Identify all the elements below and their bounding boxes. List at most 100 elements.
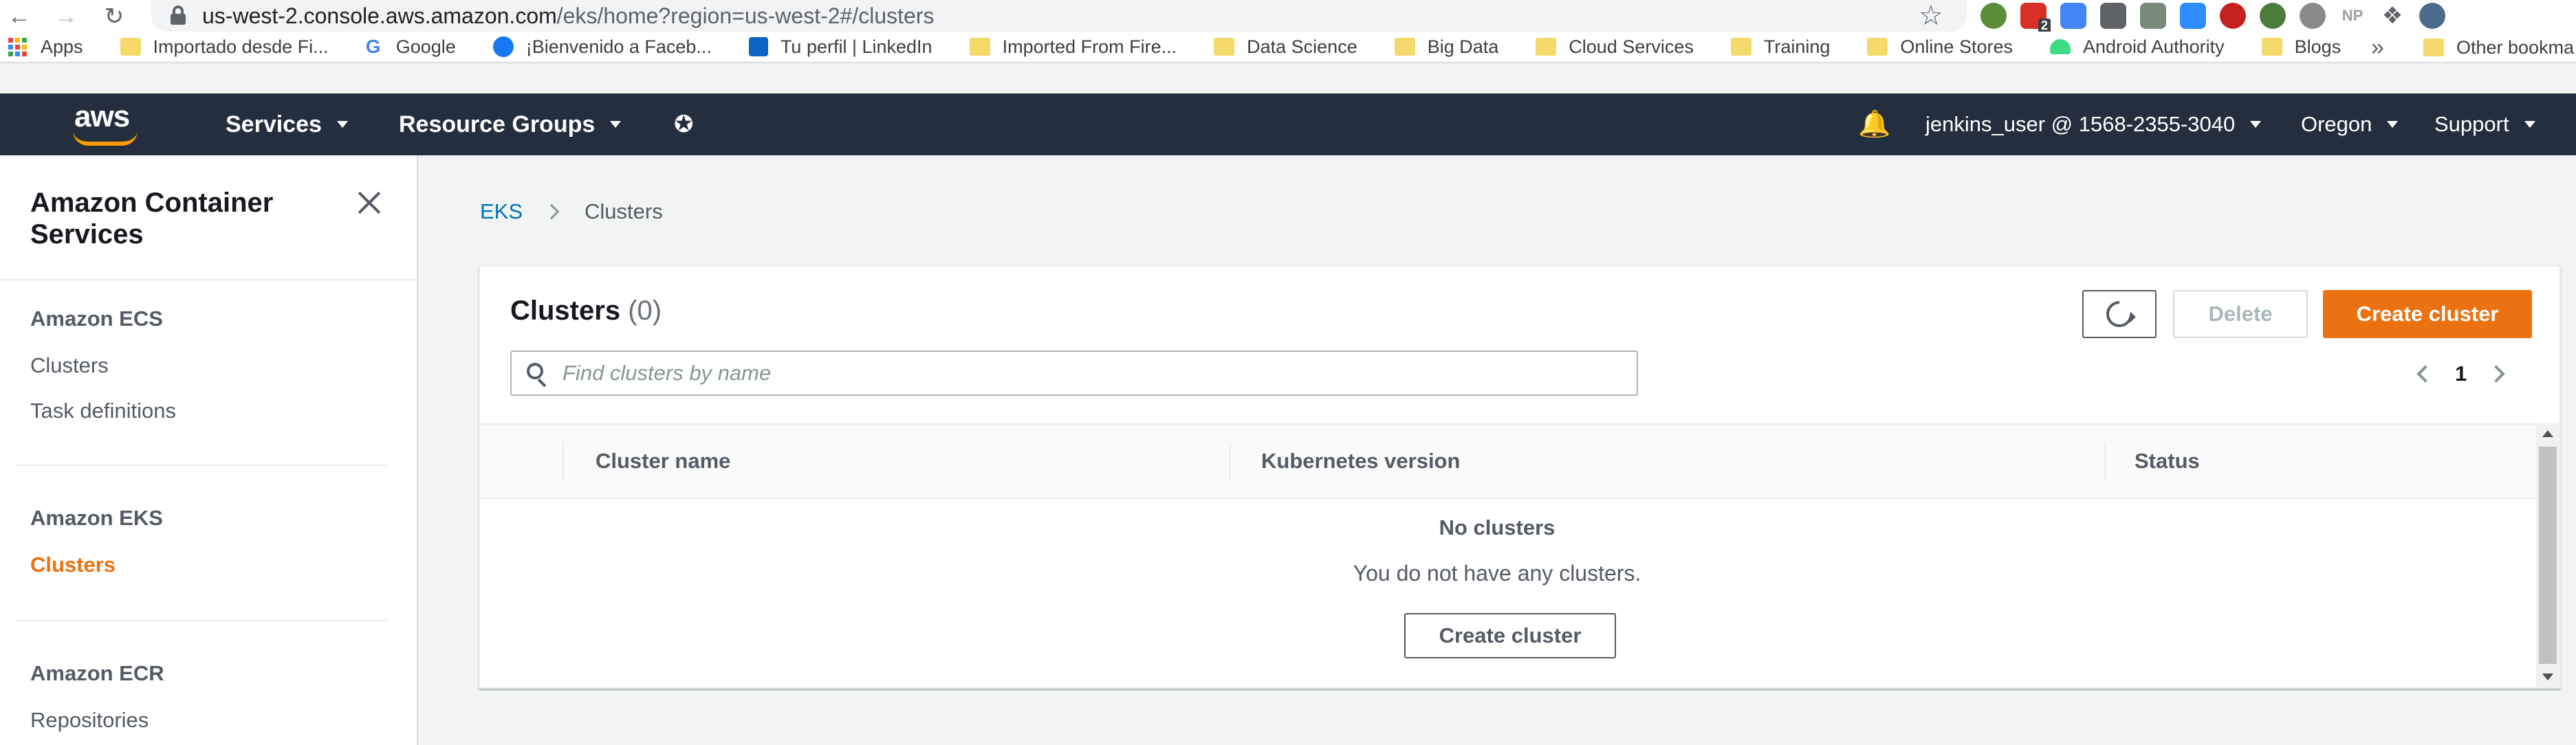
bookmark-folder[interactable]: Data Science [1214,36,1357,58]
chevron-right-icon[interactable] [2487,365,2505,383]
breadcrumb: EKS Clusters [480,199,663,224]
column-header-cluster-name[interactable]: Cluster name [596,425,730,498]
extension-gray-icon[interactable] [2300,3,2326,29]
empty-create-cluster-button[interactable]: Create cluster [1404,613,1616,658]
bell-icon[interactable]: 🔔 [1858,93,1890,155]
bookmark-label: Big Data [1427,36,1499,57]
close-icon[interactable] [352,186,386,220]
support-menu[interactable]: Support [2434,93,2535,155]
extensions-tray: 2 NP ❖ [1980,1,2445,33]
search-field[interactable] [510,351,1638,396]
extension-badge: 2 [2038,19,2051,33]
bookmark-folder[interactable]: Importado desde Fi... [120,36,329,58]
empty-state-description: You do not have any clusters. [1353,561,1641,586]
bookmark-folder[interactable]: Training [1730,36,1831,58]
create-cluster-button[interactable]: Create cluster [2323,290,2532,338]
resource-groups-menu[interactable]: Resource Groups [399,93,622,155]
folder-icon [1536,38,1557,56]
pagination: 1 [2416,353,2505,394]
bookmark-folder[interactable]: Cloud Services [1536,36,1694,58]
android-icon [2050,39,2071,54]
folder-icon [2261,38,2282,56]
apps-grid-icon [8,37,27,56]
back-arrow-icon[interactable]: ← [6,3,33,30]
column-divider [563,443,564,481]
extension-np-icon[interactable]: NP [2339,3,2366,29]
lock-icon[interactable] [171,5,186,26]
bookmark-google[interactable]: G Google [366,36,456,58]
column-divider [1230,443,1231,481]
panel-title: Clusters (0) [510,296,662,326]
bookmark-android[interactable]: Android Authority [2050,36,2225,58]
bookmark-label: Tu perfil | LinkedIn [780,36,932,57]
refresh-button[interactable] [2082,290,2157,338]
folder-icon [120,38,141,56]
services-menu[interactable]: Services [226,93,348,155]
aws-logo[interactable]: aws [74,102,130,132]
bookmark-facebook[interactable]: ¡Bienvenido a Faceb... [492,36,712,58]
scroll-up-arrow-icon[interactable] [2542,430,2553,437]
bookmark-folder[interactable]: Online Stores [1867,36,2013,58]
sidebar-item-eks-clusters[interactable]: Clusters [30,553,116,577]
bookmark-label: Training [1763,36,1831,57]
bookmark-folder[interactable]: Blogs [2261,36,2341,58]
column-header-kubernetes-version[interactable]: Kubernetes version [1261,425,1460,498]
account-menu[interactable]: jenkins_user @ 1568-2355-3040 [1925,93,2262,155]
folder-icon [969,38,990,56]
forward-arrow-icon[interactable]: → [52,3,80,30]
bookmark-label: Cloud Services [1569,36,1694,57]
pin-icon[interactable]: ✪ [674,93,694,155]
sidebar-heading-ecr[interactable]: Amazon ECR [30,661,164,686]
support-label: Support [2434,112,2509,136]
profile-avatar[interactable] [2419,3,2445,29]
extension-circle-icon[interactable] [2260,3,2286,29]
bookmark-label: Android Authority [2083,36,2225,57]
sidebar-item-repositories[interactable]: Repositories [30,708,149,733]
delete-button[interactable]: Delete [2173,290,2308,338]
sidebar-item-task-definitions[interactable]: Task definitions [30,399,176,423]
sidebar-heading-ecs[interactable]: Amazon ECS [30,307,163,331]
aws-top-nav: aws Services Resource Groups ✪ 🔔 jenkins… [0,93,2576,155]
region-menu[interactable]: Oregon [2301,93,2399,155]
clusters-heading: Clusters [510,296,621,326]
chevron-left-icon[interactable] [2416,365,2434,383]
bookmark-apps[interactable]: Apps [8,36,83,58]
column-header-status[interactable]: Status [2135,425,2200,498]
bookmark-label: ¡Bienvenido a Faceb... [525,36,712,57]
bookmark-label: Imported From Fire... [1002,36,1177,57]
bookmarks-more-chevron-icon[interactable]: » [2371,32,2384,62]
extension-keep-icon[interactable] [2100,3,2126,29]
extension-translate-icon[interactable] [2060,3,2086,29]
page-number[interactable]: 1 [2455,362,2467,386]
bookmark-star-icon[interactable]: ☆ [1919,0,1943,32]
resource-groups-label: Resource Groups [399,111,596,137]
column-divider [2104,443,2106,481]
chevron-down-icon [2524,121,2535,128]
extension-zoom-icon[interactable] [2180,3,2206,29]
extension-image-icon[interactable] [2140,3,2166,29]
bookmark-folder[interactable]: Big Data [1394,36,1499,58]
sidebar-title: Amazon Container Services [30,188,274,249]
folder-icon [1867,38,1888,56]
linkedin-icon [748,37,768,56]
sidebar-item-ecs-clusters[interactable]: Clusters [30,353,109,378]
bookmark-linkedin[interactable]: Tu perfil | LinkedIn [748,36,932,58]
breadcrumb-eks-link[interactable]: EKS [480,199,523,224]
sidebar-heading-eks[interactable]: Amazon EKS [30,506,163,531]
scroll-thumb[interactable] [2539,447,2557,664]
reload-icon[interactable]: ↻ [100,3,128,30]
search-input[interactable] [563,355,1622,392]
extensions-puzzle-icon[interactable]: ❖ [2379,3,2405,29]
extension-record-icon[interactable] [2220,3,2246,29]
extension-globe-icon[interactable] [1980,3,2007,29]
facebook-icon [492,36,514,57]
bookmark-folder[interactable]: Imported From Fire... [969,36,1177,58]
extension-calendar-icon[interactable]: 2 [2020,3,2051,33]
scroll-down-arrow-icon[interactable] [2542,674,2553,680]
other-bookmarks[interactable]: Other bookma [2423,32,2574,62]
bookmark-label: Data Science [1247,36,1357,57]
chevron-right-icon [543,203,560,220]
bookmarks-bar: Apps Importado desde Fi... G Google ¡Bien… [0,32,2576,63]
table-scrollbar[interactable] [2536,423,2559,687]
url-text[interactable]: us-west-2.console.aws.amazon.com/eks/hom… [202,1,934,30]
